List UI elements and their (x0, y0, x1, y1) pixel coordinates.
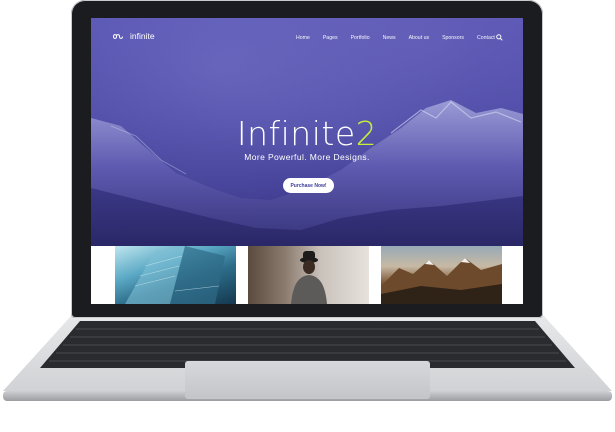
landscape-graphic (381, 258, 502, 304)
search-icon[interactable] (496, 34, 503, 41)
nav-about-us[interactable]: About us (409, 35, 429, 41)
person-graphic (291, 251, 327, 304)
hero-title-number: 2 (355, 114, 378, 153)
nav-news[interactable]: News (383, 35, 396, 41)
hero-subtitle: More Powerful. More Designs. (244, 152, 370, 162)
laptop-mockup: infinite Home Pages Portfolio News About… (0, 0, 615, 432)
building-graphic (125, 246, 225, 304)
nav-pages[interactable]: Pages (323, 35, 338, 41)
portfolio-strip (91, 246, 523, 304)
hero-title: Infinite2 (91, 114, 523, 153)
nav-portfolio[interactable]: Portfolio (351, 35, 370, 41)
portfolio-image-buildings[interactable] (115, 246, 236, 304)
logo-text: infinite (130, 31, 155, 41)
site-logo[interactable]: infinite (113, 31, 155, 41)
main-menu: Home Pages Portfolio News About us Spons… (296, 35, 508, 41)
trackpad (185, 361, 430, 399)
site-navbar: infinite Home Pages Portfolio News About… (91, 18, 523, 58)
portfolio-image-man-in-hat[interactable] (248, 246, 369, 304)
portfolio-image-mountains[interactable] (381, 246, 502, 304)
infinity-icon (113, 33, 123, 39)
mountain-background (91, 100, 523, 268)
website-screen: infinite Home Pages Portfolio News About… (91, 18, 523, 304)
nav-contact[interactable]: Contact (477, 35, 495, 41)
purchase-now-button[interactable]: Purchase Now! (283, 178, 334, 193)
hero-title-text: Infinite (236, 114, 356, 153)
nav-home[interactable]: Home (296, 35, 310, 41)
nav-sponsors[interactable]: Sponsors (442, 35, 464, 41)
